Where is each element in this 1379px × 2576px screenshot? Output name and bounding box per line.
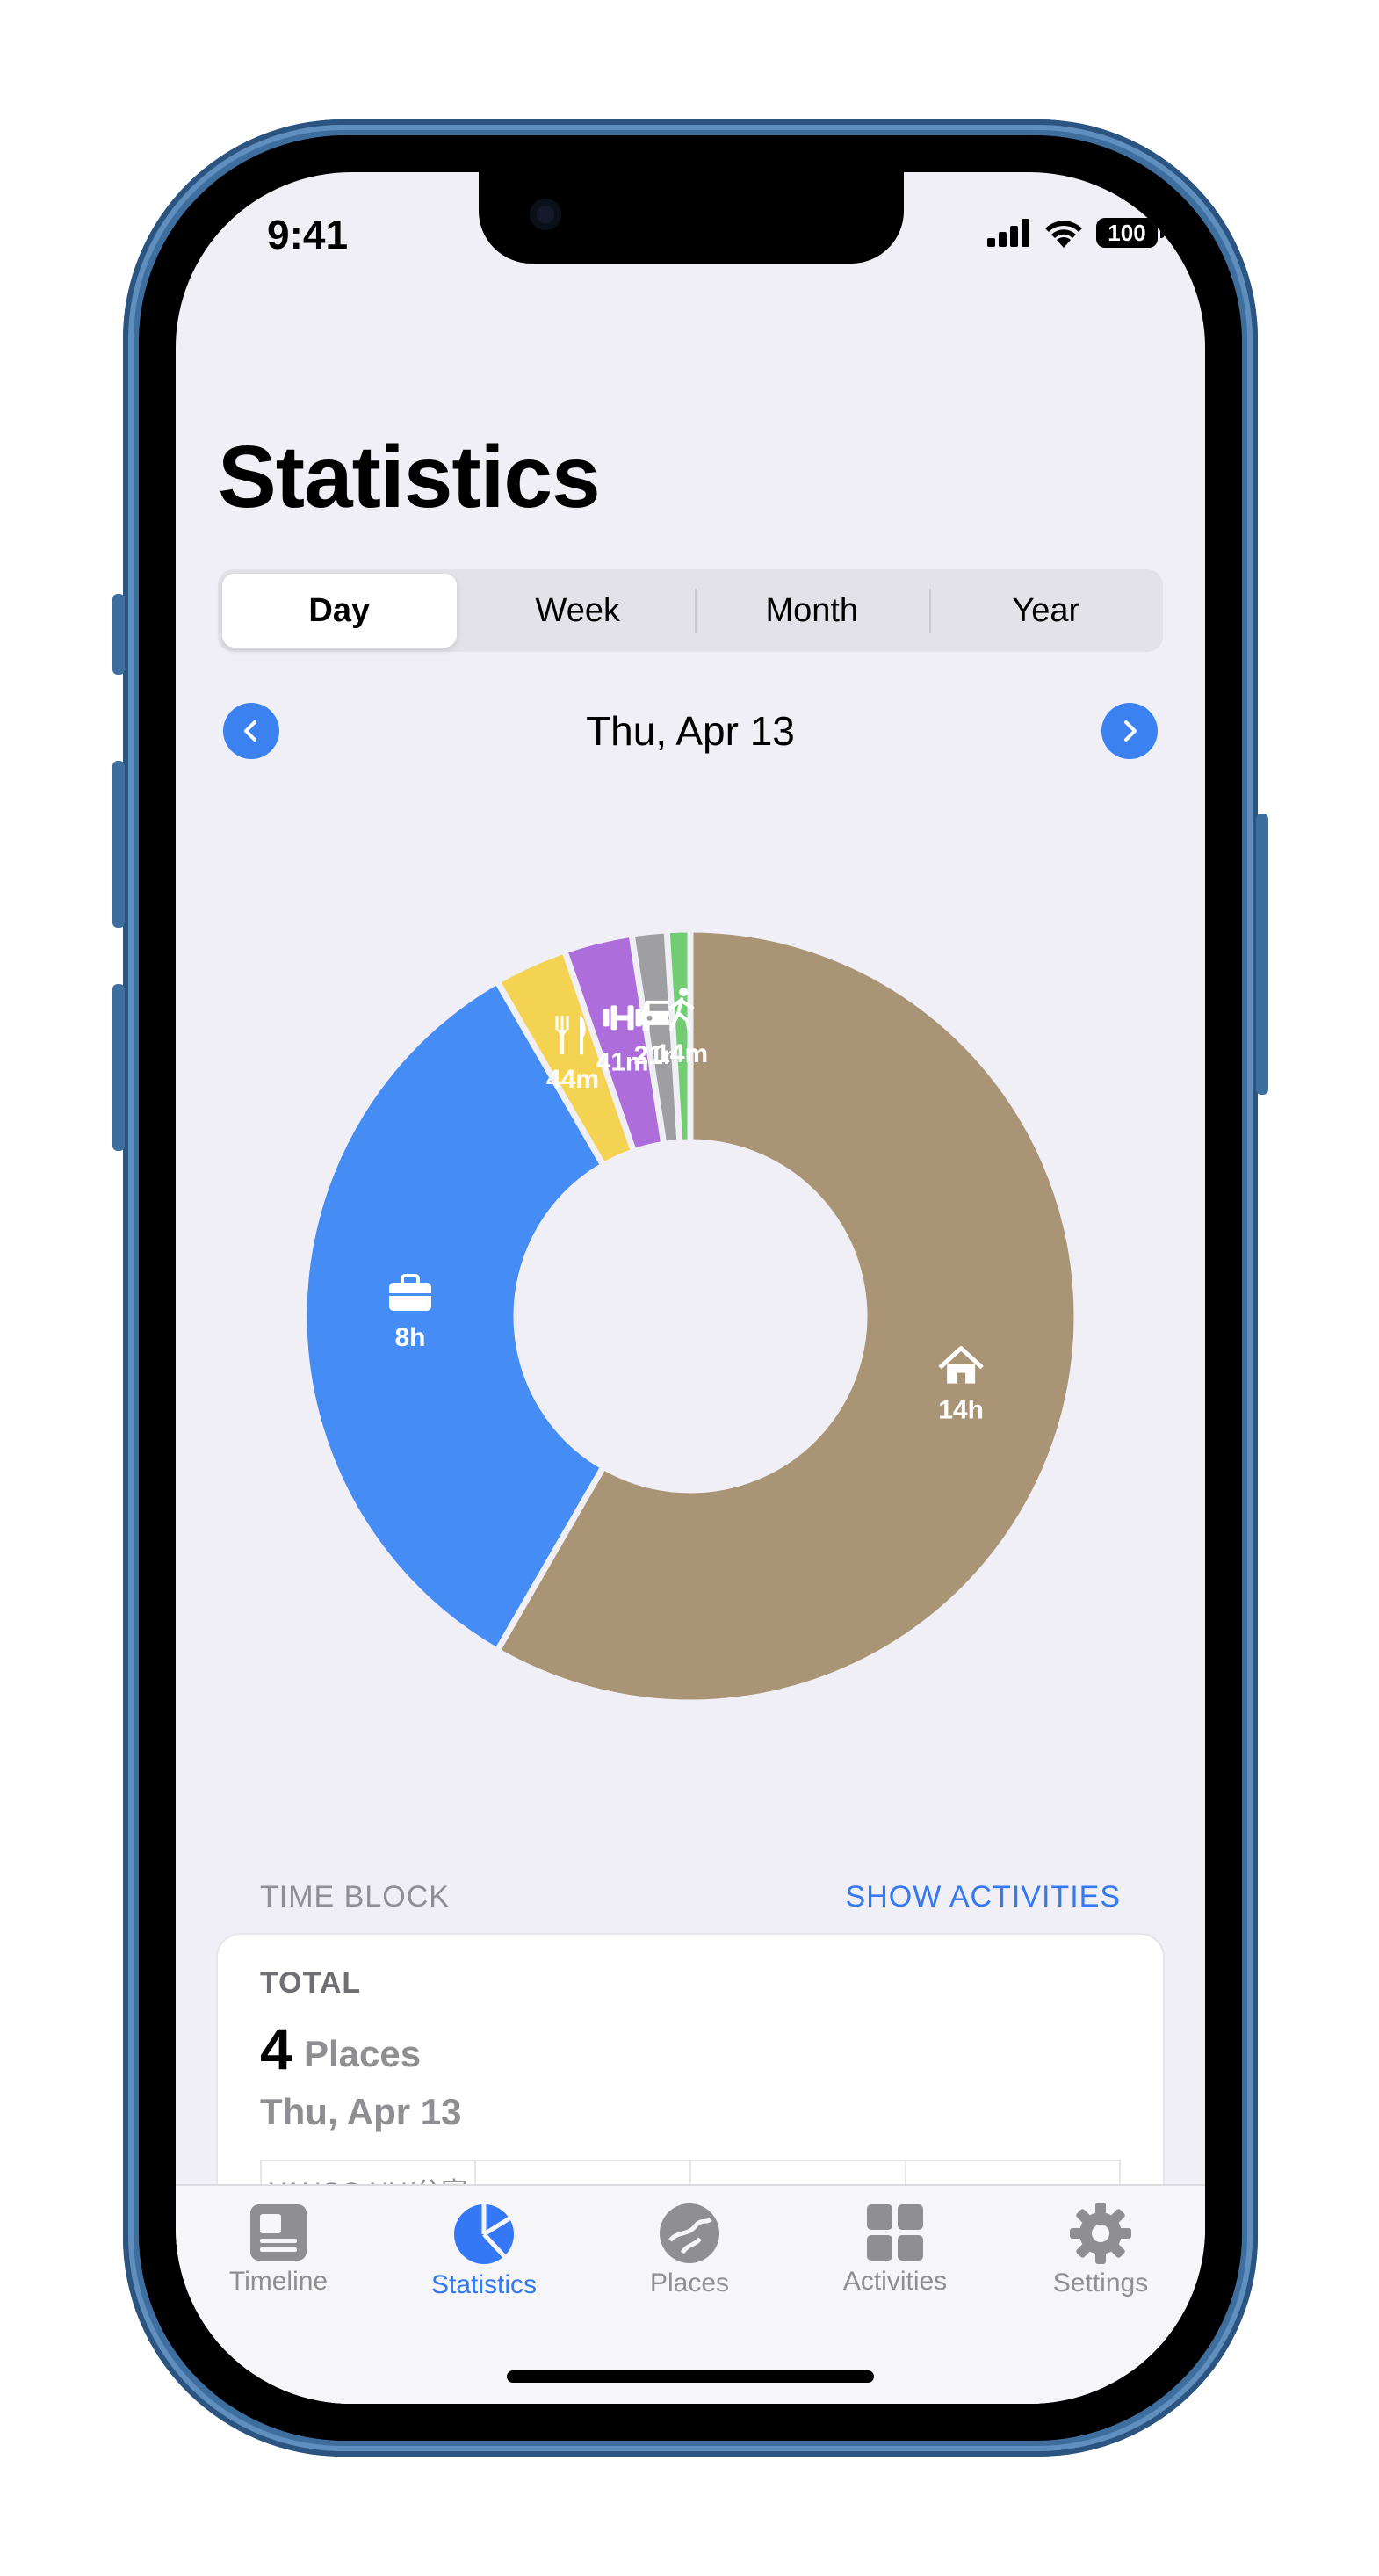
gear-icon	[1070, 2203, 1131, 2264]
card-date: Thu, Apr 13	[260, 2091, 462, 2132]
tab-label: Places	[649, 2268, 730, 2297]
tab-places[interactable]: Places	[587, 2202, 792, 2298]
tab-activities[interactable]: Activities	[792, 2202, 998, 2297]
donut-slice-label: 8h	[394, 1323, 425, 1352]
time-block-section-title: TIME BLOCK	[260, 1880, 450, 1914]
donut-slice-label: 44m	[546, 1065, 599, 1094]
side-button-volume-down	[112, 984, 125, 1151]
home-indicator	[507, 2370, 874, 2383]
tab-statistics[interactable]: Statistics	[381, 2202, 587, 2300]
tab-timeline[interactable]: Timeline	[176, 2202, 381, 2297]
total-label: TOTAL	[260, 1966, 362, 2000]
tab-label: Statistics	[430, 2270, 538, 2299]
app-screen: 9:41 100 Statistics Day Week Month Year …	[176, 172, 1205, 2404]
tab-label: Timeline	[228, 2267, 329, 2296]
tab-settings[interactable]: Settings	[998, 2202, 1203, 2298]
donut-slice-label: 14m	[655, 1039, 708, 1068]
side-button-mute	[112, 594, 125, 675]
places-icon	[660, 2203, 719, 2263]
activities-icon	[867, 2204, 923, 2261]
statistics-icon	[454, 2204, 514, 2264]
time-donut-chart: 14h8h44m41m21m14m	[300, 926, 1080, 1706]
tab-label: Settings	[1052, 2268, 1149, 2297]
tab-label: Activities	[842, 2267, 948, 2296]
places-count: 4	[260, 2016, 292, 2081]
side-button-volume-up	[112, 761, 125, 928]
donut-slice-label: 14h	[938, 1396, 984, 1425]
places-unit: Places	[304, 2033, 422, 2074]
side-button-power	[1256, 814, 1268, 1095]
timeline-icon	[250, 2204, 307, 2261]
tab-bar: Timeline Statistics Places Activities Se…	[176, 2184, 1205, 2404]
show-activities-link[interactable]: SHOW ACTIVITIES	[846, 1880, 1121, 1914]
